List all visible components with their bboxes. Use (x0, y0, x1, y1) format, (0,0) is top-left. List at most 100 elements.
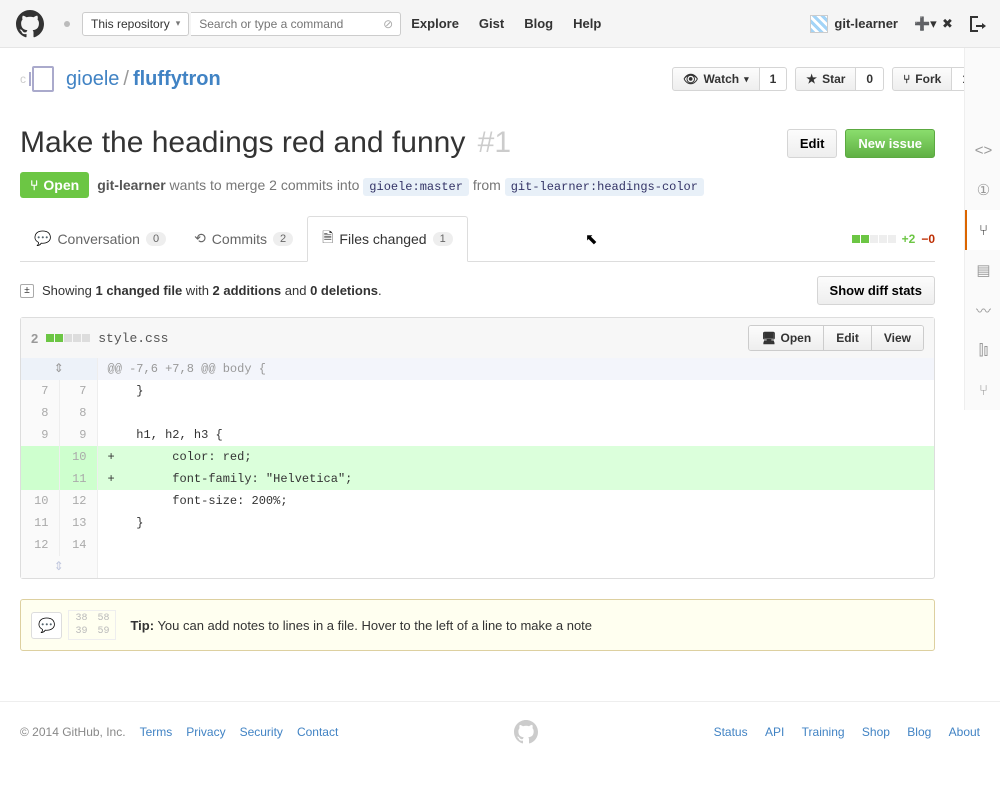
create-new-icon[interactable]: ➕▾ (914, 16, 930, 32)
github-logo-icon[interactable] (16, 10, 44, 38)
new-issue-button[interactable]: New issue (845, 129, 935, 158)
watch-label: Watch (704, 72, 740, 86)
current-user-name: git-learner (834, 16, 898, 31)
footer-training[interactable]: Training (802, 725, 845, 739)
head-branch-ref[interactable]: git-learner:headings-color (505, 178, 704, 196)
base-branch-ref[interactable]: gioele:master (363, 178, 469, 196)
tab-commits-count: 2 (273, 232, 293, 246)
side-wiki-icon[interactable]: ▤ (965, 250, 1000, 290)
repo-owner-link[interactable]: gioele (66, 68, 119, 91)
line-num-old[interactable]: 9 (21, 424, 59, 446)
footer-shop[interactable]: Shop (862, 725, 890, 739)
file-open-button[interactable]: 🖥Open (749, 326, 823, 350)
line-num-new[interactable]: 9 (59, 424, 97, 446)
line-num-new[interactable]: 14 (59, 534, 97, 556)
git-pull-request-icon: ⑂ (30, 177, 38, 193)
line-num-new[interactable]: 13 (59, 512, 97, 534)
desktop-icon: 🖥 (761, 331, 776, 345)
side-issues-icon[interactable]: ① (965, 170, 1000, 210)
nav-gist[interactable]: Gist (479, 16, 504, 31)
file-header: 2 style.css 🖥Open Edit View (21, 318, 934, 358)
tab-commits[interactable]: ⟲ Commits 2 (180, 220, 307, 257)
side-graphs-icon[interactable]: ⫿⫾ (965, 330, 1000, 370)
line-num-old[interactable] (21, 468, 59, 490)
diff-row: 88 (21, 402, 934, 424)
line-num-new[interactable]: 8 (59, 402, 97, 424)
side-settings-icon[interactable]: ⑂ (965, 370, 1000, 410)
diff-code: font-size: 200%; (97, 490, 934, 512)
star-label: Star (822, 72, 845, 86)
star-count[interactable]: 0 (856, 67, 884, 91)
sign-out-icon[interactable] (970, 16, 986, 32)
star-button[interactable]: ★ Star (795, 67, 856, 91)
side-pull-requests-icon[interactable]: ⑂ (965, 210, 1000, 250)
notification-dot-icon[interactable] (64, 21, 70, 27)
footer-terms[interactable]: Terms (140, 725, 173, 739)
footer-about[interactable]: About (949, 725, 980, 739)
nav-blog[interactable]: Blog (524, 16, 553, 31)
current-user-link[interactable]: git-learner (810, 15, 898, 33)
pr-title-row: Make the headings red and funny #1 Edit … (20, 126, 935, 160)
footer-status[interactable]: Status (714, 725, 748, 739)
search-scope-dropdown[interactable]: This repository ▾ (82, 12, 189, 36)
footer-privacy[interactable]: Privacy (186, 725, 225, 739)
file-change-count: 2 (31, 331, 38, 346)
github-mark-icon[interactable] (514, 720, 538, 744)
line-num-old[interactable]: 7 (21, 380, 59, 402)
diff-code (97, 402, 934, 424)
search-input[interactable] (191, 12, 401, 36)
repo-name-link[interactable]: fluffytron (133, 68, 221, 91)
caret-down-icon: ▾ (176, 18, 181, 29)
file-name[interactable]: style.css (98, 331, 168, 346)
watch-count[interactable]: 1 (760, 67, 788, 91)
pr-from-text: from (473, 177, 505, 193)
file-edit-button[interactable]: Edit (823, 326, 871, 350)
line-num-new[interactable]: 12 (59, 490, 97, 512)
line-num-old[interactable] (21, 446, 59, 468)
footer-security[interactable]: Security (240, 725, 283, 739)
tab-files-label: Files changed (339, 231, 426, 247)
eye-icon: 👁 (683, 72, 698, 86)
line-num-new[interactable]: 11 (59, 468, 97, 490)
pr-author[interactable]: git-learner (97, 177, 165, 193)
pr-title-text: Make the headings red and funny (20, 126, 465, 159)
footer-blog[interactable]: Blog (907, 725, 931, 739)
pr-wants-text: wants to merge 2 commits into (166, 177, 364, 193)
files-summary-row: ± Showing 1 changed file with 2 addition… (20, 276, 935, 305)
line-num-old[interactable]: 12 (21, 534, 59, 556)
edit-button[interactable]: Edit (787, 129, 838, 158)
hunk-header-row: ⇕ @@ -7,6 +7,8 @@ body { (21, 358, 934, 380)
footer-api[interactable]: API (765, 725, 784, 739)
caret-down-icon: ▾ (744, 74, 749, 85)
show-diff-stats-button[interactable]: Show diff stats (817, 276, 935, 305)
diff-row: 99 h1, h2, h3 { (21, 424, 934, 446)
expand-toggle-icon[interactable]: ± (20, 284, 34, 298)
diff-row: 11+ font-family: "Helvetica"; (21, 468, 934, 490)
file-diff-icon: 🗎 (322, 227, 333, 251)
footer-contact[interactable]: Contact (297, 725, 338, 739)
search-scope-label: This repository (91, 17, 170, 31)
file-view-button[interactable]: View (871, 326, 923, 350)
expand-hunk-icon[interactable]: ⇕ (21, 556, 97, 578)
summary-files: 1 changed file (95, 283, 182, 298)
line-num-old[interactable]: 8 (21, 402, 59, 424)
tip-box: 💬 38583959 Tip: You can add notes to lin… (20, 599, 935, 651)
state-label: Open (43, 177, 79, 193)
fork-button[interactable]: ⑂ Fork (892, 67, 952, 91)
nav-help[interactable]: Help (573, 16, 601, 31)
line-num-new[interactable]: 7 (59, 380, 97, 402)
nav-explore[interactable]: Explore (411, 16, 459, 31)
watch-button[interactable]: 👁 Watch ▾ (672, 67, 759, 91)
state-open-badge: ⑂ Open (20, 172, 89, 198)
tab-files-changed[interactable]: 🗎 Files changed 1 (307, 216, 468, 262)
line-num-old[interactable]: 10 (21, 490, 59, 512)
side-code-icon[interactable]: <> (965, 130, 1000, 170)
tab-conversation-count: 0 (146, 232, 166, 246)
line-num-new[interactable]: 10 (59, 446, 97, 468)
repo-side-nav: <> ① ⑂ ▤ 〰 ⫿⫾ ⑂ (964, 48, 1000, 410)
expand-hunk-icon[interactable]: ⇕ (21, 358, 97, 380)
tools-icon[interactable]: ✖ (942, 16, 958, 32)
tab-conversation[interactable]: 💬 Conversation 0 (20, 220, 180, 257)
line-num-old[interactable]: 11 (21, 512, 59, 534)
side-pulse-icon[interactable]: 〰 (965, 290, 1000, 330)
